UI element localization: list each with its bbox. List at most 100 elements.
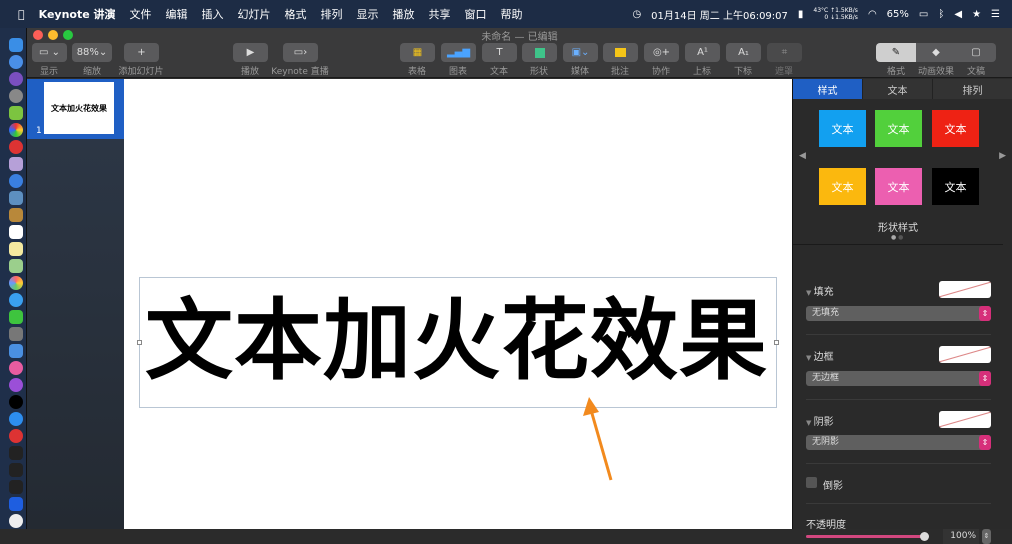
- mask-button[interactable]: ⌗: [767, 43, 802, 62]
- menu-slide[interactable]: 幻灯片: [238, 6, 271, 22]
- battery-percent[interactable]: 65%: [887, 9, 909, 20]
- bookmark-icon[interactable]: ▮: [798, 9, 804, 20]
- yandex-icon[interactable]: [9, 514, 23, 528]
- volume-icon[interactable]: ◀: [954, 9, 962, 20]
- android-icon[interactable]: [9, 106, 23, 120]
- tv-icon[interactable]: [9, 395, 23, 409]
- shadow-color-well[interactable]: [939, 411, 991, 428]
- activity-monitor-icon[interactable]: [9, 463, 23, 477]
- slide-thumbnail-1[interactable]: 1 文本加火花效果: [27, 79, 124, 139]
- vpn-icon[interactable]: [9, 497, 23, 511]
- rocket-icon[interactable]: [9, 89, 23, 103]
- slide-canvas[interactable]: 文本加火花效果: [124, 79, 792, 529]
- menu-share[interactable]: 共享: [429, 6, 451, 22]
- slide-text[interactable]: 文本加火花效果: [145, 286, 768, 396]
- menu-format[interactable]: 格式: [285, 6, 307, 22]
- star-icon[interactable]: ★: [972, 9, 981, 20]
- previous-styles-icon[interactable]: ◀: [799, 151, 806, 161]
- style-swatch-green[interactable]: 文本: [875, 110, 922, 147]
- apple-icon[interactable]: : [18, 8, 25, 21]
- format-button[interactable]: ✎: [876, 43, 916, 62]
- chrome-icon[interactable]: [9, 123, 23, 137]
- wifi-icon[interactable]: ◠: [868, 9, 877, 20]
- menu-app[interactable]: Keynote 讲演: [39, 6, 116, 22]
- music-icon[interactable]: [9, 361, 23, 375]
- animate-button[interactable]: ◆: [916, 43, 956, 62]
- comment-button[interactable]: [603, 43, 638, 62]
- resize-handle-left[interactable]: [137, 340, 142, 345]
- menu-view[interactable]: 显示: [357, 6, 379, 22]
- maps-icon[interactable]: [9, 259, 23, 273]
- shadow-select[interactable]: 无阴影 ⇕: [806, 435, 991, 450]
- style-swatch-pink[interactable]: 文本: [875, 168, 922, 205]
- terminal-icon[interactable]: [9, 446, 23, 460]
- contacts-icon[interactable]: [9, 208, 23, 222]
- text-box[interactable]: 文本加火花效果: [137, 277, 779, 408]
- system-preferences-icon[interactable]: [9, 327, 23, 341]
- border-section-toggle[interactable]: ▼ 边框: [806, 348, 834, 363]
- page-dots[interactable]: ● ●: [891, 234, 903, 241]
- finder-icon[interactable]: [9, 38, 23, 52]
- list-icon[interactable]: ☰: [991, 9, 1000, 20]
- style-swatch-yellow[interactable]: 文本: [819, 168, 866, 205]
- datetime[interactable]: 01月14日 周二 上午06:09:07: [651, 7, 788, 22]
- collaborate-button[interactable]: ◎+: [644, 43, 679, 62]
- clock-icon[interactable]: ◷: [632, 9, 641, 20]
- keynote-icon[interactable]: [9, 344, 23, 358]
- keynote-live-button[interactable]: ▭›: [283, 43, 318, 62]
- podcasts-icon[interactable]: [9, 378, 23, 392]
- opacity-slider[interactable]: [806, 532, 929, 541]
- style-swatch-black[interactable]: 文本: [932, 168, 979, 205]
- play-button[interactable]: ▶: [233, 43, 268, 62]
- document-button[interactable]: ▢: [956, 43, 996, 62]
- notes-icon[interactable]: [9, 242, 23, 256]
- app-store-icon[interactable]: [9, 412, 23, 426]
- shadow-section-toggle[interactable]: ▼ 阴影: [806, 413, 834, 428]
- menu-edit[interactable]: 编辑: [166, 6, 188, 22]
- safari-icon[interactable]: [9, 174, 23, 188]
- border-color-well[interactable]: [939, 346, 991, 363]
- view-button[interactable]: ▭ ⌄: [32, 43, 67, 62]
- menu-window[interactable]: 窗口: [465, 6, 487, 22]
- opacity-input[interactable]: 100%: [943, 529, 979, 544]
- menu-play[interactable]: 播放: [393, 6, 415, 22]
- style-swatch-blue[interactable]: 文本: [819, 110, 866, 147]
- subscript-button[interactable]: A₁: [726, 43, 761, 62]
- opacity-slider-knob[interactable]: [920, 532, 929, 541]
- messages-icon[interactable]: [9, 293, 23, 307]
- add-slide-button[interactable]: +: [124, 43, 159, 62]
- menu-arrange[interactable]: 排列: [321, 6, 343, 22]
- photos-icon[interactable]: [9, 276, 23, 290]
- battery-icon[interactable]: ▭: [919, 9, 928, 20]
- vivaldi-icon[interactable]: [9, 429, 23, 443]
- tab-text[interactable]: 文本: [863, 79, 933, 99]
- style-swatch-red[interactable]: 文本: [932, 110, 979, 147]
- app-icon[interactable]: [9, 157, 23, 171]
- console-icon[interactable]: [9, 480, 23, 494]
- fill-select[interactable]: 无填充 ⇕: [806, 306, 991, 321]
- menu-insert[interactable]: 插入: [202, 6, 224, 22]
- fill-color-well[interactable]: [939, 281, 991, 298]
- shape-button[interactable]: [522, 43, 557, 62]
- opacity-stepper[interactable]: ⇕: [982, 529, 991, 544]
- tab-style[interactable]: 样式: [793, 79, 863, 99]
- media-button[interactable]: ▣⌄: [563, 43, 598, 62]
- table-button[interactable]: ▦: [400, 43, 435, 62]
- zoom-select[interactable]: 88% ⌄: [72, 43, 112, 62]
- system-stats[interactable]: 43°C ↑1.5KB/s 0 ↓1.5KB/s: [813, 7, 858, 21]
- text-button[interactable]: T: [482, 43, 517, 62]
- menu-file[interactable]: 文件: [130, 6, 152, 22]
- resize-handle-right[interactable]: [774, 340, 779, 345]
- preview-icon[interactable]: [9, 191, 23, 205]
- facetime-icon[interactable]: [9, 310, 23, 324]
- menu-help[interactable]: 帮助: [501, 6, 523, 22]
- fill-section-toggle[interactable]: ▼ 填充: [806, 283, 834, 298]
- border-select[interactable]: 无边框 ⇕: [806, 371, 991, 386]
- calendar-icon[interactable]: [9, 225, 23, 239]
- app-icon[interactable]: [9, 140, 23, 154]
- tab-arrange[interactable]: 排列: [933, 79, 1012, 99]
- chart-button[interactable]: ▂▄▆: [441, 43, 476, 62]
- superscript-button[interactable]: A¹: [685, 43, 720, 62]
- bluetooth-icon[interactable]: ᛒ: [938, 9, 944, 20]
- next-styles-icon[interactable]: ▶: [999, 151, 1006, 161]
